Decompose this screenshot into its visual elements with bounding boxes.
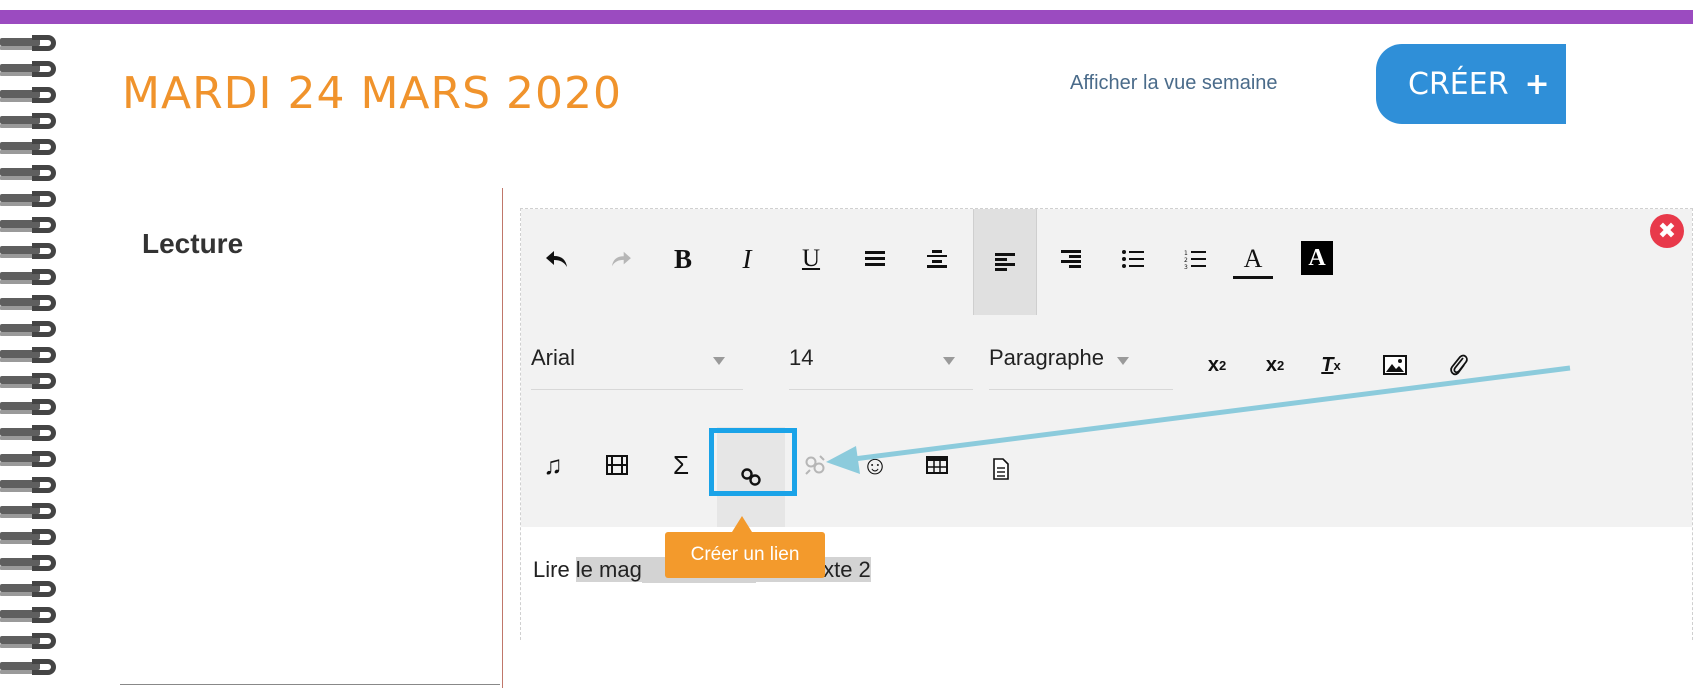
- spiral-ring: [0, 654, 62, 680]
- align-justify-icon[interactable]: [855, 239, 895, 279]
- image-icon[interactable]: [1375, 345, 1415, 385]
- align-center-icon[interactable]: [917, 239, 957, 279]
- subscript-digit: 2: [1218, 357, 1227, 373]
- spiral-ring: [0, 446, 62, 472]
- spiral-ring: [0, 342, 62, 368]
- align-right-icon[interactable]: [1051, 239, 1091, 279]
- numbered-list-icon[interactable]: 123: [1175, 239, 1215, 279]
- spiral-ring: [0, 212, 62, 238]
- spiral-ring: [0, 576, 62, 602]
- clear-format-base: T: [1321, 353, 1334, 376]
- music-icon[interactable]: ♫: [533, 445, 573, 485]
- unlink-icon[interactable]: [795, 445, 835, 485]
- text-color-underline: [1233, 275, 1273, 279]
- video-icon[interactable]: [597, 445, 637, 485]
- font-family-value: Arial: [531, 345, 576, 370]
- font-size-select[interactable]: 14: [789, 345, 973, 390]
- week-view-link[interactable]: Afficher la vue semaine: [1070, 72, 1278, 95]
- editor-toolbar: B I U 123 A A Arial 14 Paragraphe x 2 x …: [521, 209, 1692, 527]
- formula-icon[interactable]: Σ: [661, 445, 701, 485]
- template-icon[interactable]: [981, 449, 1021, 489]
- spiral-ring: [0, 316, 62, 342]
- bold-icon[interactable]: B: [663, 239, 703, 279]
- text-color-icon[interactable]: A: [1233, 237, 1273, 287]
- table-icon[interactable]: [917, 445, 957, 485]
- spiral-ring: [0, 394, 62, 420]
- spiral-ring: [0, 30, 62, 56]
- spiral-ring: [0, 420, 62, 446]
- font-family-caret-icon: [713, 357, 725, 365]
- superscript-digit: 2: [1276, 357, 1285, 373]
- superscript-icon[interactable]: x2: [1255, 345, 1295, 385]
- tooltip-arrow: [732, 516, 752, 532]
- close-icon[interactable]: ✖: [1650, 214, 1684, 248]
- svg-text:2: 2: [1184, 257, 1188, 264]
- spiral-ring: [0, 498, 62, 524]
- undo-icon[interactable]: [537, 239, 577, 279]
- spiral-ring: [0, 108, 62, 134]
- font-size-caret-icon: [943, 357, 955, 365]
- separator-line: [120, 684, 500, 685]
- spiral-ring: [0, 524, 62, 550]
- page-title: MARDI 24 MARS 2020: [122, 68, 622, 119]
- spiral-ring: [0, 602, 62, 628]
- clear-format-icon[interactable]: Tx: [1311, 345, 1351, 385]
- underline-icon[interactable]: U: [791, 239, 831, 279]
- subject-label: Lecture: [142, 228, 244, 259]
- font-family-select[interactable]: Arial: [531, 345, 743, 390]
- spiral-ring: [0, 186, 62, 212]
- superscript-base: x: [1265, 353, 1277, 376]
- spiral-ring: [0, 472, 62, 498]
- clear-format-sub: x: [1333, 357, 1341, 373]
- spiral-ring: [0, 238, 62, 264]
- subscript-icon[interactable]: x2: [1197, 345, 1237, 385]
- create-button-label: CRÉER: [1408, 66, 1509, 102]
- spiral-ring: [0, 550, 62, 576]
- spiral-binding: [0, 30, 62, 688]
- spiral-ring: [0, 82, 62, 108]
- format-value: Paragraphe: [989, 345, 1104, 370]
- italic-icon[interactable]: I: [727, 239, 767, 279]
- svg-text:3: 3: [1184, 264, 1188, 269]
- redo-icon[interactable]: [601, 239, 641, 279]
- bullet-list-icon[interactable]: [1113, 239, 1153, 279]
- margin-line: [502, 188, 503, 688]
- align-left-icon[interactable]: [973, 209, 1037, 315]
- background-color-icon[interactable]: A: [1301, 241, 1333, 275]
- spiral-ring: [0, 264, 62, 290]
- emoji-icon[interactable]: ☺: [855, 445, 895, 485]
- spiral-ring: [0, 628, 62, 654]
- selected-text-start: le mag: [575, 557, 642, 582]
- spiral-ring: [0, 290, 62, 316]
- attachment-icon[interactable]: [1439, 343, 1479, 387]
- spiral-ring: [0, 160, 62, 186]
- spiral-ring: [0, 368, 62, 394]
- subscript-base: x: [1207, 353, 1219, 376]
- spiral-ring: [0, 56, 62, 82]
- plus-icon: +: [1524, 66, 1550, 102]
- text-color-glyph: A: [1243, 243, 1263, 273]
- format-select[interactable]: Paragraphe: [989, 345, 1173, 390]
- create-button[interactable]: CRÉER +: [1376, 44, 1566, 124]
- annotation-highlight-box: [709, 428, 797, 496]
- content-prefix: Lire: [533, 557, 576, 582]
- svg-text:1: 1: [1184, 250, 1188, 257]
- link-tooltip: Créer un lien: [665, 532, 825, 578]
- font-size-value: 14: [789, 345, 814, 370]
- purple-header-band: [0, 10, 1693, 24]
- spiral-ring: [0, 134, 62, 160]
- format-caret-icon: [1117, 357, 1129, 365]
